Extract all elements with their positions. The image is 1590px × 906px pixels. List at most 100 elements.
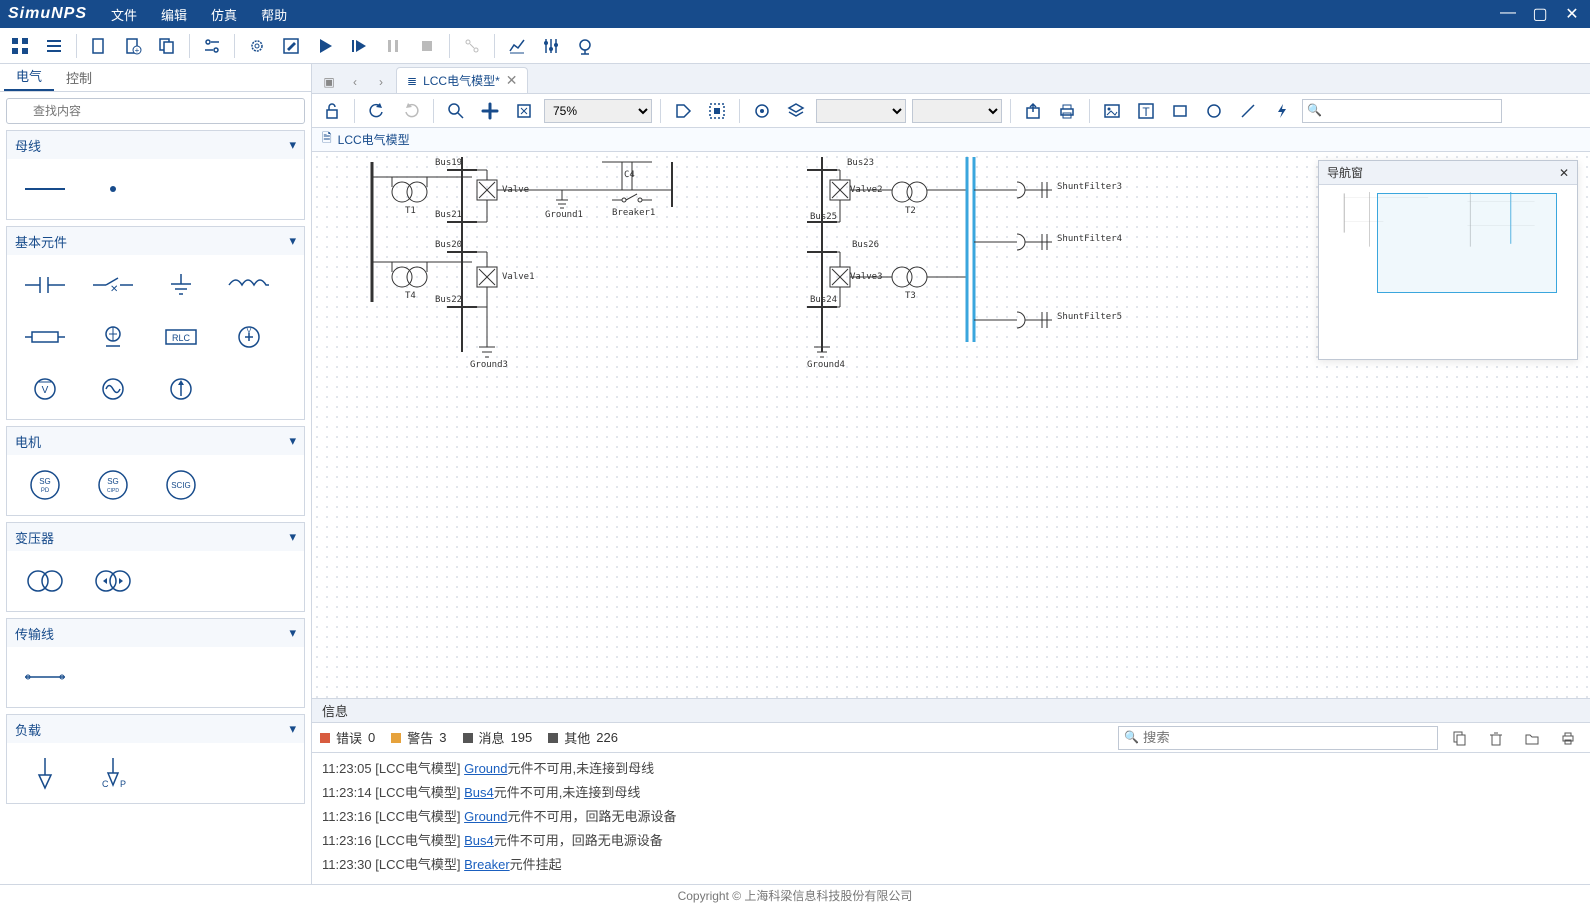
filter-msg[interactable]: 消息195 bbox=[463, 728, 533, 747]
log-link[interactable]: Ground bbox=[464, 761, 507, 776]
line-icon[interactable] bbox=[1234, 97, 1262, 125]
open-log-icon[interactable] bbox=[1518, 724, 1546, 752]
group-line-header[interactable]: 传输线▾ bbox=[7, 619, 304, 647]
group-transformer-header[interactable]: 变压器▾ bbox=[7, 523, 304, 551]
list-view-icon[interactable] bbox=[40, 32, 68, 60]
lib-item-ground[interactable] bbox=[151, 263, 211, 307]
undo-icon[interactable] bbox=[363, 97, 391, 125]
close-icon[interactable]: ✕ bbox=[1562, 4, 1582, 24]
log-link[interactable]: Bus4 bbox=[464, 833, 494, 848]
rect-icon[interactable] bbox=[1166, 97, 1194, 125]
play-icon[interactable] bbox=[311, 32, 339, 60]
lib-item-sgcipd[interactable]: SGCIPD bbox=[83, 463, 143, 507]
lib-item-current-source[interactable] bbox=[151, 367, 211, 411]
circle-icon[interactable] bbox=[1200, 97, 1228, 125]
fit-icon[interactable] bbox=[510, 97, 538, 125]
lib-item-switch[interactable]: ✕ bbox=[83, 263, 143, 307]
chevron-down-icon: ▾ bbox=[289, 137, 296, 153]
layer-select-1[interactable] bbox=[816, 99, 906, 123]
log-link[interactable]: Bus4 bbox=[464, 785, 494, 800]
lib-item-resistor[interactable] bbox=[15, 315, 75, 359]
filter-other[interactable]: 其他226 bbox=[548, 728, 618, 747]
menu-file[interactable]: 文件 bbox=[111, 5, 137, 24]
grid-view-icon[interactable] bbox=[6, 32, 34, 60]
scope-icon[interactable] bbox=[571, 32, 599, 60]
library-search-input[interactable] bbox=[6, 98, 305, 124]
home-icon[interactable]: ▣ bbox=[318, 71, 340, 93]
copy-icon[interactable] bbox=[153, 32, 181, 60]
minimize-icon[interactable]: — bbox=[1498, 4, 1518, 24]
lib-item-scig[interactable]: SCIG bbox=[151, 463, 211, 507]
layers-icon[interactable] bbox=[782, 97, 810, 125]
label-c4: C4 bbox=[624, 170, 635, 180]
menu-edit[interactable]: 编辑 bbox=[161, 5, 187, 24]
lib-item-dc-source[interactable]: V bbox=[219, 315, 279, 359]
filter-warn[interactable]: 警告3 bbox=[391, 728, 446, 747]
new-icon[interactable] bbox=[85, 32, 113, 60]
chart-icon[interactable] bbox=[503, 32, 531, 60]
settings-icon[interactable] bbox=[198, 32, 226, 60]
group-basic-header[interactable]: 基本元件▾ bbox=[7, 227, 304, 255]
open-icon[interactable]: + bbox=[119, 32, 147, 60]
group-machine-header[interactable]: 电机▾ bbox=[7, 427, 304, 455]
bolt-icon[interactable] bbox=[1268, 97, 1296, 125]
layer-select-2[interactable] bbox=[912, 99, 1002, 123]
group-bus-header[interactable]: 母线▾ bbox=[7, 131, 304, 159]
filter-error[interactable]: 错误0 bbox=[320, 728, 375, 747]
text-icon[interactable]: T bbox=[1132, 97, 1160, 125]
lib-item-voltage-source[interactable]: V bbox=[15, 367, 75, 411]
tab-electrical[interactable]: 电气 bbox=[4, 62, 54, 91]
gear-icon[interactable] bbox=[243, 32, 271, 60]
lib-item-inductor[interactable] bbox=[219, 263, 279, 307]
lib-item-rlc[interactable]: RLC bbox=[151, 315, 211, 359]
step-icon[interactable] bbox=[345, 32, 373, 60]
tab-close-icon[interactable]: ✕ bbox=[506, 72, 518, 89]
library-scroll[interactable]: 母线▾ 基本元件▾ ✕ RLC V V bbox=[0, 130, 311, 884]
log-link[interactable]: Ground bbox=[464, 809, 507, 824]
log-link[interactable]: Breaker bbox=[464, 857, 510, 872]
sliders-icon[interactable] bbox=[537, 32, 565, 60]
lib-item-transformer-3w[interactable] bbox=[83, 559, 143, 603]
lib-item-load-cvp[interactable]: CP bbox=[83, 751, 143, 795]
lib-item-bus-node[interactable] bbox=[83, 167, 143, 211]
canvas-area[interactable]: Bus19 Bus21 Bus20 Bus22 T1 T4 Valve Valv… bbox=[312, 152, 1590, 698]
nav-forward-icon[interactable]: › bbox=[370, 71, 392, 93]
breadcrumb-label[interactable]: LCC电气模型 bbox=[338, 131, 410, 148]
zoom-icon[interactable] bbox=[442, 97, 470, 125]
nav-back-icon[interactable]: ‹ bbox=[344, 71, 366, 93]
lib-item-transformer-2w[interactable] bbox=[15, 559, 75, 603]
print-log-icon[interactable] bbox=[1554, 724, 1582, 752]
image-icon[interactable] bbox=[1098, 97, 1126, 125]
maximize-icon[interactable]: ▢ bbox=[1530, 4, 1550, 24]
navigator-close-icon[interactable]: ✕ bbox=[1559, 166, 1569, 180]
navigator-viewport[interactable] bbox=[1377, 193, 1557, 293]
lib-item-bus-line[interactable] bbox=[15, 167, 75, 211]
export-icon[interactable] bbox=[1019, 97, 1047, 125]
lib-item-load-arrow[interactable] bbox=[15, 751, 75, 795]
copy-log-icon[interactable] bbox=[1446, 724, 1474, 752]
lib-item-sgpd[interactable]: SGPD bbox=[15, 463, 75, 507]
print-icon[interactable] bbox=[1053, 97, 1081, 125]
lib-item-ac-source[interactable] bbox=[83, 367, 143, 411]
pan-icon[interactable] bbox=[476, 97, 504, 125]
menu-help[interactable]: 帮助 bbox=[261, 5, 287, 24]
canvas-search-input[interactable] bbox=[1302, 99, 1502, 123]
lib-item-transmission-line[interactable] bbox=[15, 655, 75, 699]
label-sf4: ShuntFilter4 bbox=[1057, 234, 1122, 244]
lib-item-capacitor[interactable] bbox=[15, 263, 75, 307]
tab-control[interactable]: 控制 bbox=[54, 64, 104, 91]
info-log-list[interactable]: 11:23:05 [LCC电气模型] Ground元件不可用,未连接到母线 11… bbox=[312, 753, 1590, 884]
navigator-panel[interactable]: 导航窗 ✕ bbox=[1318, 160, 1578, 360]
gear-icon[interactable] bbox=[748, 97, 776, 125]
lib-item-arrester[interactable] bbox=[83, 315, 143, 359]
group-load-header[interactable]: 负载▾ bbox=[7, 715, 304, 743]
tag-icon[interactable] bbox=[669, 97, 697, 125]
delete-log-icon[interactable] bbox=[1482, 724, 1510, 752]
edit-icon[interactable] bbox=[277, 32, 305, 60]
unlock-icon[interactable] bbox=[318, 97, 346, 125]
select-all-icon[interactable] bbox=[703, 97, 731, 125]
menu-sim[interactable]: 仿真 bbox=[211, 5, 237, 24]
document-tab[interactable]: ≣ LCC电气模型* ✕ bbox=[396, 67, 528, 93]
info-search-input[interactable] bbox=[1118, 726, 1438, 750]
zoom-select[interactable]: 75% bbox=[544, 99, 652, 123]
